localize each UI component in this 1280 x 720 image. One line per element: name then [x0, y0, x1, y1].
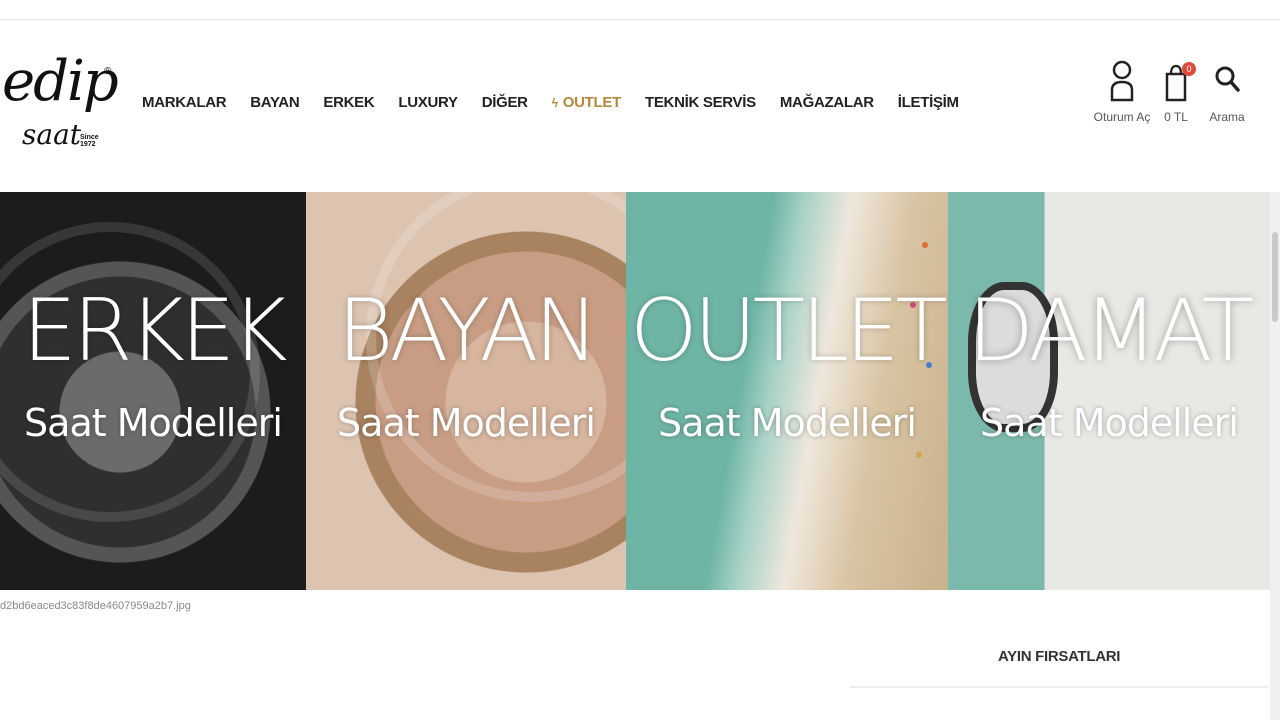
logo-text: edip	[2, 49, 119, 114]
nav-item-luxury[interactable]: LUXURY	[398, 94, 458, 111]
login-label: Oturum Aç	[1093, 110, 1151, 124]
logo-registered-mark: ®	[104, 66, 112, 77]
category-banner: ERKEK Saat Modelleri BAYAN Saat Modeller…	[0, 192, 1270, 590]
section-divider	[850, 686, 1268, 688]
main-nav: MARKALAR BAYAN ERKEK LUXURY DİĞER ϟ OUTL…	[142, 94, 983, 111]
search-label: Arama	[1209, 110, 1245, 124]
banner-erkek[interactable]: ERKEK Saat Modelleri	[0, 192, 306, 590]
banner-title: DAMAT	[967, 281, 1254, 381]
logo-since: Since 1972	[80, 134, 99, 148]
header-actions: Oturum Aç 0 0 TL Arama	[1092, 60, 1262, 170]
lightning-icon: ϟ	[551, 95, 558, 110]
logo-subtext: saat	[22, 118, 82, 151]
search-button[interactable]: Arama	[1204, 60, 1250, 124]
search-icon	[1215, 66, 1240, 92]
scrollbar-thumb[interactable]	[1272, 232, 1278, 322]
cart-button[interactable]: 0 0 TL	[1156, 60, 1196, 124]
cart-count-badge: 0	[1182, 62, 1196, 76]
nav-item-outlet[interactable]: ϟ OUTLET	[551, 94, 622, 111]
logo[interactable]: edip ® saat Since 1972	[0, 49, 119, 160]
banner-outlet[interactable]: OUTLET Saat Modelleri	[626, 192, 948, 590]
banner-title: BAYAN	[337, 281, 598, 381]
nav-item-teknik-servis[interactable]: TEKNİK SERVİS	[645, 94, 756, 111]
cart-total-label: 0 TL	[1164, 110, 1188, 124]
nav-item-magazalar[interactable]: MAĞAZALAR	[780, 94, 874, 111]
nav-item-markalar[interactable]: MARKALAR	[142, 94, 227, 111]
banner-title: ERKEK	[22, 281, 287, 381]
banner-title: OUTLET	[630, 281, 948, 381]
nav-item-iletisim[interactable]: İLETİŞİM	[898, 94, 959, 111]
nav-item-erkek[interactable]: ERKEK	[323, 94, 374, 111]
nav-item-outlet-label: OUTLET	[562, 94, 622, 111]
browser-top-strip	[0, 0, 1280, 20]
user-icon	[1110, 60, 1134, 102]
site-header: edip ® saat Since 1972 MARKALAR BAYAN ER…	[0, 20, 1280, 192]
nav-item-bayan[interactable]: BAYAN	[250, 94, 299, 111]
page-scrollbar[interactable]	[1270, 192, 1280, 720]
section-title-ayin-firsatlari: AYIN FIRSATLARI	[998, 648, 1121, 665]
image-filename-text: d2bd6eaced3c83f8de4607959a2b7.jpg	[0, 600, 191, 612]
banner-subtitle: Saat Modelleri	[980, 401, 1239, 445]
banner-subtitle: Saat Modelleri	[24, 401, 283, 445]
nav-item-diger[interactable]: DİĞER	[482, 94, 528, 111]
banner-subtitle: Saat Modelleri	[337, 401, 596, 445]
banner-bayan[interactable]: BAYAN Saat Modelleri	[306, 192, 626, 590]
banner-damat[interactable]: DAMAT Saat Modelleri	[948, 192, 1270, 590]
beach-umbrella-decoration	[922, 242, 928, 248]
login-button[interactable]: Oturum Aç	[1092, 60, 1152, 124]
banner-subtitle: Saat Modelleri	[658, 401, 917, 445]
beach-umbrella-decoration	[916, 452, 922, 458]
